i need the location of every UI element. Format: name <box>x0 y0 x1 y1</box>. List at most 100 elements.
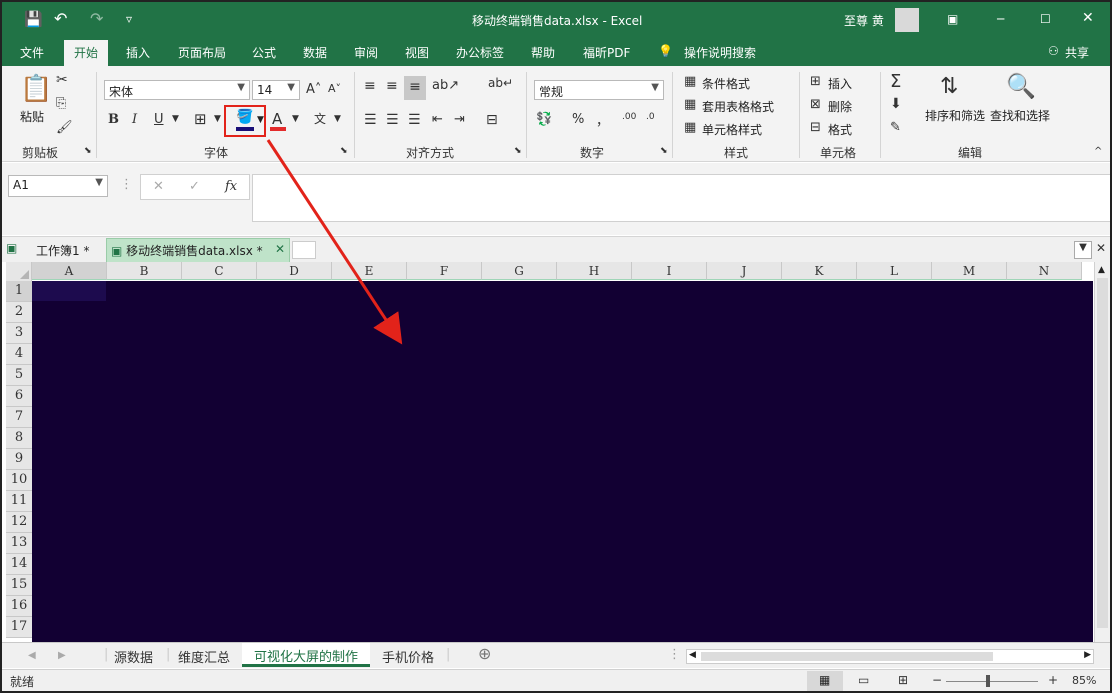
avatar[interactable] <box>895 8 919 32</box>
insert-cells-button[interactable]: 插入 <box>828 75 852 92</box>
align-center-icon[interactable]: ☰ <box>386 112 399 128</box>
tab-file[interactable]: 文件 <box>20 44 44 61</box>
chevron-down-icon[interactable]: ▼ <box>214 114 221 124</box>
delete-cells-button[interactable]: 删除 <box>828 98 852 115</box>
column-header[interactable]: I <box>632 262 707 280</box>
format-table-icon[interactable]: ▦ <box>684 97 696 112</box>
format-cells-icon[interactable]: ⊟ <box>810 120 821 135</box>
row-header[interactable]: 12 <box>6 512 32 533</box>
select-all-button[interactable] <box>6 262 32 281</box>
tab-list-dropdown-icon[interactable]: ▼ <box>1074 241 1092 259</box>
sheet-tab-phone-price[interactable]: 手机价格 <box>382 647 434 666</box>
tab-review[interactable]: 审阅 <box>354 44 378 61</box>
row-header[interactable]: 4 <box>6 344 32 365</box>
column-header[interactable]: M <box>932 262 1007 280</box>
column-header[interactable]: G <box>482 262 557 280</box>
chevron-down-icon[interactable]: ▼ <box>292 114 299 124</box>
new-tab-button[interactable] <box>292 241 316 259</box>
row-header[interactable]: 14 <box>6 554 32 575</box>
orientation-icon[interactable]: ab↗ <box>432 78 459 93</box>
comma-button[interactable]: ， <box>596 110 609 129</box>
tab-splitter-icon[interactable]: ⋮ <box>668 647 681 662</box>
vertical-scrollbar[interactable]: ▲ <box>1094 262 1110 642</box>
share-icon[interactable]: ⚇ <box>1048 44 1059 58</box>
format-painter-icon[interactable]: 🖌 <box>56 120 73 135</box>
formula-input[interactable] <box>252 174 1110 222</box>
close-icon[interactable]: ✕ <box>1082 10 1094 26</box>
font-name-select[interactable]: 宋体 ▼ <box>104 80 250 100</box>
row-header[interactable]: 3 <box>6 323 32 344</box>
collapse-ribbon-icon[interactable]: ^ <box>1094 146 1102 157</box>
fill-color-button[interactable]: 🪣 ▼ <box>224 105 266 137</box>
row-header[interactable]: 13 <box>6 533 32 554</box>
decrease-font-icon[interactable]: A˅ <box>328 82 341 95</box>
row-header[interactable]: 2 <box>6 302 32 323</box>
undo-icon[interactable]: ↶ <box>54 9 67 28</box>
align-top-icon[interactable]: ≡ <box>364 78 376 94</box>
column-header[interactable]: H <box>557 262 632 280</box>
normal-view-button[interactable]: ▦ <box>807 671 843 691</box>
scroll-right-icon[interactable]: ▶ <box>1084 650 1091 660</box>
page-break-view-icon[interactable]: ⊞ <box>898 673 908 687</box>
tab-formulas[interactable]: 公式 <box>252 44 276 61</box>
row-header[interactable]: 9 <box>6 449 32 470</box>
cell-styles-icon[interactable]: ▦ <box>684 120 696 135</box>
paste-icon[interactable]: 📋 <box>20 74 52 104</box>
percent-button[interactable]: % <box>572 112 584 127</box>
scroll-left-icon[interactable]: ◀ <box>689 650 696 660</box>
page-layout-view-icon[interactable]: ▭ <box>858 673 869 687</box>
redo-icon[interactable]: ↷ <box>90 9 103 28</box>
find-select-icon[interactable]: 🔍 <box>1006 72 1036 100</box>
enter-icon[interactable]: ✓ <box>189 179 200 194</box>
increase-decimal-button[interactable]: .00 <box>622 112 636 122</box>
tab-help[interactable]: 帮助 <box>531 44 555 61</box>
column-header[interactable]: N <box>1007 262 1082 280</box>
zoom-out-icon[interactable]: − <box>932 673 942 687</box>
sort-filter-icon[interactable]: ⇅ <box>940 74 958 99</box>
tab-home[interactable]: 开始 <box>64 40 109 66</box>
delete-cells-icon[interactable]: ⊠ <box>810 97 821 112</box>
scroll-up-icon[interactable]: ▲ <box>1098 265 1105 275</box>
sheet-tab-source-data[interactable]: 源数据 <box>114 647 153 666</box>
align-middle-icon[interactable]: ≡ <box>386 78 398 94</box>
ribbon-display-icon[interactable]: ▣ <box>947 12 958 26</box>
paste-button[interactable]: 粘贴 <box>20 108 44 125</box>
autosum-icon[interactable]: Σ <box>890 71 901 92</box>
font-size-select[interactable]: 14 ▼ <box>252 80 300 100</box>
share-button[interactable]: 共享 <box>1065 44 1089 61</box>
column-header[interactable]: A <box>32 262 107 280</box>
maximize-icon[interactable]: ☐ <box>1040 12 1051 26</box>
tab-office-tab[interactable]: 办公标签 <box>456 44 504 61</box>
column-header[interactable]: K <box>782 262 857 280</box>
doc-tab-active[interactable]: ▣ 移动终端销售data.xlsx * ✕ <box>106 238 290 263</box>
sort-filter-button[interactable]: 排序和筛选 <box>925 107 985 124</box>
next-sheet-icon[interactable]: ▶ <box>58 650 66 661</box>
zoom-level[interactable]: 85% <box>1072 674 1096 687</box>
accounting-format-icon[interactable]: 💱 <box>536 112 552 127</box>
phonetic-guide-icon[interactable]: 文 <box>314 110 326 127</box>
horizontal-scrollbar[interactable]: ◀ ▶ <box>686 649 1094 664</box>
column-header[interactable]: J <box>707 262 782 280</box>
decrease-decimal-button[interactable]: .0 <box>646 112 655 122</box>
column-header[interactable]: C <box>182 262 257 280</box>
cell-styles-button[interactable]: 单元格样式 <box>702 121 762 138</box>
fill-icon[interactable]: ⬇ <box>890 96 902 112</box>
clipboard-launcher-icon[interactable]: ⬊ <box>84 146 92 156</box>
cut-icon[interactable]: ✂ <box>56 72 68 88</box>
row-header[interactable]: 15 <box>6 575 32 596</box>
align-bottom-icon[interactable]: ≡ <box>404 76 426 100</box>
column-header[interactable]: L <box>857 262 932 280</box>
doc-tab-workbook1[interactable]: 工作簿1 * <box>22 239 104 261</box>
selected-cell-a1[interactable] <box>32 281 106 301</box>
merge-center-icon[interactable]: ⊟ <box>486 112 498 128</box>
close-tab-icon[interactable]: ✕ <box>275 242 285 256</box>
align-right-icon[interactable]: ☰ <box>408 112 421 128</box>
row-header[interactable]: 8 <box>6 428 32 449</box>
row-header[interactable]: 6 <box>6 386 32 407</box>
filled-cell-range[interactable] <box>32 281 1093 642</box>
save-icon[interactable]: 💾 <box>24 10 43 28</box>
tab-insert[interactable]: 插入 <box>126 44 150 61</box>
tab-view[interactable]: 视图 <box>405 44 429 61</box>
column-header[interactable]: B <box>107 262 182 280</box>
decrease-indent-icon[interactable]: ⇤ <box>432 112 443 127</box>
